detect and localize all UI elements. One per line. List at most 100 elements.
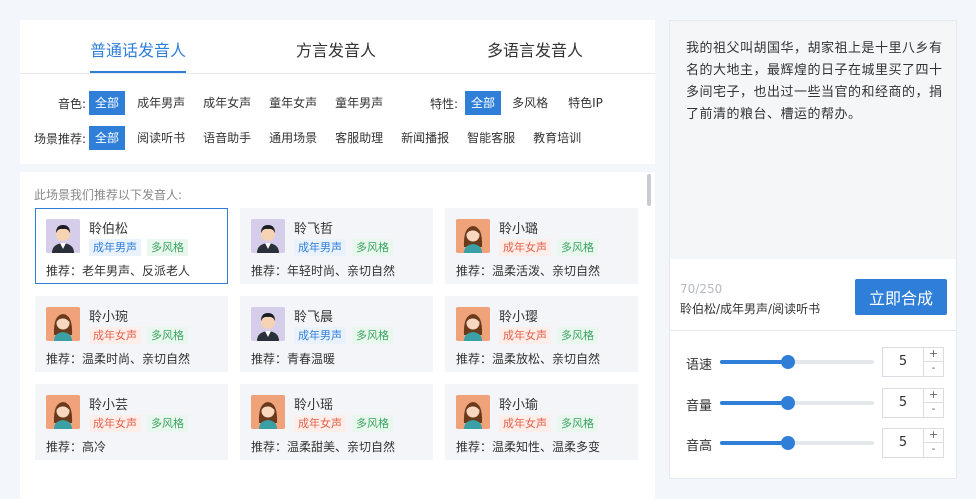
- feature-option-all[interactable]: 全部: [465, 91, 502, 115]
- scene-option-news[interactable]: 新闻播报: [395, 126, 455, 150]
- speaker-card[interactable]: 聆小琬成年女声 多风格推荐：温柔时尚、亲切自然: [35, 296, 228, 372]
- pitch-slider-thumb[interactable]: [780, 436, 795, 450]
- scene-option-voice-assistant[interactable]: 语音助手: [197, 126, 257, 150]
- input-text[interactable]: 我的祖父叫胡国华，胡家祖上是十里八乡有名的大地主，最辉煌的日子在城里买了四十多间…: [686, 38, 944, 126]
- speaker-card[interactable]: 聆小瑜 成年女声 多风格 推荐：温柔知性、温柔多变: [445, 384, 638, 460]
- volume-slider-thumb[interactable]: [780, 396, 795, 410]
- style-tag: 多风格: [352, 327, 393, 344]
- female-avatar-icon: [46, 395, 80, 429]
- tab-dialect[interactable]: 方言发音人: [296, 37, 376, 61]
- timbre-tag: 成年男声: [294, 327, 346, 344]
- speed-decrement-button[interactable]: -: [924, 362, 943, 376]
- pitch-slider-fill: [720, 441, 788, 445]
- feature-option-multi-style[interactable]: 多风格: [506, 91, 554, 115]
- tab-multilingual[interactable]: 多语言发音人: [487, 37, 583, 61]
- speaker-card[interactable]: 聆伯松 成年男声 多风格 推荐：老年男声、反派老人: [35, 208, 228, 284]
- speaker-recommendation: 推荐：年轻时尚、亲切自然: [251, 264, 396, 278]
- speaker-recommendation: 推荐：温柔时尚、亲切自然: [46, 352, 191, 366]
- pitch-decrement-button[interactable]: -: [924, 443, 943, 457]
- list-scrollbar[interactable]: [647, 174, 651, 206]
- timbre-option-adult-male[interactable]: 成年男声: [131, 91, 191, 115]
- speaker-card[interactable]: 聆飞哲 成年男声 多风格 推荐：年轻时尚、亲切自然: [240, 208, 433, 284]
- style-tag: 多风格: [557, 415, 598, 432]
- speaker-recommendation: 推荐：青春温暖: [251, 352, 336, 366]
- speaker-name: 聆小琬: [89, 310, 129, 325]
- feature-filter-label: 特性:: [430, 96, 459, 111]
- speed-label: 语速: [686, 358, 713, 373]
- timbre-option-all[interactable]: 全部: [89, 91, 126, 115]
- speaker-card[interactable]: 聆飞晨成年男声 多风格推荐：青春温暖: [240, 296, 433, 372]
- voice-category-tabs: 普通话发音人 方言发音人 多语言发音人: [20, 20, 655, 74]
- timbre-tag: 成年女声: [499, 239, 551, 256]
- style-tag: 多风格: [147, 415, 188, 432]
- timbre-option-adult-female[interactable]: 成年女声: [197, 91, 257, 115]
- volume-value-input[interactable]: 5: [883, 389, 924, 417]
- speaker-name: 聆飞晨: [294, 310, 334, 325]
- scene-option-audiobook[interactable]: 阅读听书: [131, 126, 191, 150]
- female-avatar-icon: [46, 307, 80, 341]
- volume-control: 音量 5 + -: [670, 388, 956, 418]
- style-tag: 多风格: [557, 327, 598, 344]
- volume-decrement-button[interactable]: -: [924, 403, 943, 417]
- timbre-tag: 成年女声: [499, 327, 551, 344]
- scene-option-education[interactable]: 教育培训: [527, 126, 587, 150]
- scene-option-smart-service[interactable]: 智能客服: [461, 126, 521, 150]
- pitch-stepper: 5 + -: [882, 428, 944, 458]
- timbre-tag: 成年女声: [89, 415, 141, 432]
- scene-option-customer-assistant[interactable]: 客服助理: [329, 126, 389, 150]
- speaker-name: 聆小璐: [499, 222, 539, 237]
- pitch-value-input[interactable]: 5: [883, 429, 924, 457]
- style-tag: 多风格: [147, 327, 188, 344]
- timbre-tag: 成年男声: [294, 239, 346, 256]
- volume-slider-fill: [720, 401, 788, 405]
- speed-slider-fill: [720, 360, 788, 364]
- style-tag: 多风格: [147, 239, 188, 256]
- speed-value-input[interactable]: 5: [883, 348, 924, 376]
- speaker-name: 聆小瑜: [499, 398, 539, 413]
- speaker-name: 聆飞哲: [294, 222, 334, 237]
- speaker-list-panel: 此场景我们推荐以下发音人: 聆伯松 成年男声 多风格 推荐：老年男声、反派老人 聆飞哲成…: [20, 172, 655, 499]
- timbre-option-child-male[interactable]: 童年男声: [329, 91, 389, 115]
- speed-control: 语速 5 + -: [670, 347, 956, 377]
- volume-label: 音量: [686, 399, 713, 414]
- speaker-card[interactable]: 聆小璎成年女声 多风格推荐：温柔放松、亲切自然: [445, 296, 638, 372]
- female-avatar-icon: [456, 219, 490, 253]
- timbre-filter-row: 音色: 全部 成年男声 成年女声 童年女声 童年男声: [58, 91, 389, 115]
- timbre-tag: 成年女声: [294, 415, 346, 432]
- volume-slider[interactable]: [720, 396, 874, 410]
- panel-divider: [670, 330, 956, 331]
- speaker-card[interactable]: 聆小瑶成年女声 多风格推荐：温柔甜美、亲切自然: [240, 384, 433, 460]
- speaker-recommendation: 推荐：温柔甜美、亲切自然: [251, 440, 396, 454]
- voice-filter-panel: 普通话发音人 方言发音人 多语言发音人 音色: 全部 成年男声 成年女声 童年女…: [20, 20, 655, 164]
- style-tag: 多风格: [352, 415, 393, 432]
- scene-option-general[interactable]: 通用场景: [263, 126, 323, 150]
- volume-increment-button[interactable]: +: [924, 389, 943, 403]
- synthesis-panel: 我的祖父叫胡国华，胡家祖上是十里八乡有名的大地主，最辉煌的日子在城里买了四十多间…: [669, 20, 957, 479]
- feature-option-special-ip[interactable]: 特色IP: [562, 91, 609, 115]
- timbre-option-child-female[interactable]: 童年女声: [263, 91, 323, 115]
- tab-mandarin[interactable]: 普通话发音人: [90, 37, 186, 61]
- speaker-card[interactable]: 聆小芸 成年女声 多风格 推荐：高冷: [35, 384, 228, 460]
- pitch-control: 音高 5 + -: [670, 428, 956, 458]
- volume-stepper: 5 + -: [882, 388, 944, 418]
- female-avatar-icon: [456, 307, 490, 341]
- speed-slider-thumb[interactable]: [780, 355, 795, 369]
- speaker-recommendation: 推荐：温柔知性、温柔多变: [456, 440, 601, 454]
- speaker-recommendation: 推荐：温柔放松、亲切自然: [456, 352, 601, 366]
- speaker-card[interactable]: 聆小璐 成年女声 多风格 推荐：温柔活泼、亲切自然: [445, 208, 638, 284]
- synthesize-button[interactable]: 立即合成: [855, 279, 947, 315]
- recommend-hint: 此场景我们推荐以下发音人:: [34, 188, 183, 202]
- scene-option-all[interactable]: 全部: [89, 126, 126, 150]
- speaker-recommendation: 推荐：老年男声、反派老人: [46, 264, 191, 278]
- timbre-tag: 成年女声: [89, 327, 141, 344]
- speaker-name: 聆小璎: [499, 310, 539, 325]
- pitch-slider[interactable]: [720, 436, 874, 450]
- speaker-name: 聆小瑶: [294, 398, 334, 413]
- pitch-increment-button[interactable]: +: [924, 429, 943, 443]
- pitch-label: 音高: [686, 439, 713, 454]
- speed-increment-button[interactable]: +: [924, 348, 943, 362]
- text-input-area[interactable]: 我的祖父叫胡国华，胡家祖上是十里八乡有名的大地主，最辉煌的日子在城里买了四十多间…: [670, 21, 956, 259]
- speed-slider[interactable]: [720, 355, 874, 369]
- feature-filter-row: 特性: 全部 多风格 特色IP: [430, 91, 609, 115]
- scene-filter-label: 场景推荐:: [34, 131, 87, 146]
